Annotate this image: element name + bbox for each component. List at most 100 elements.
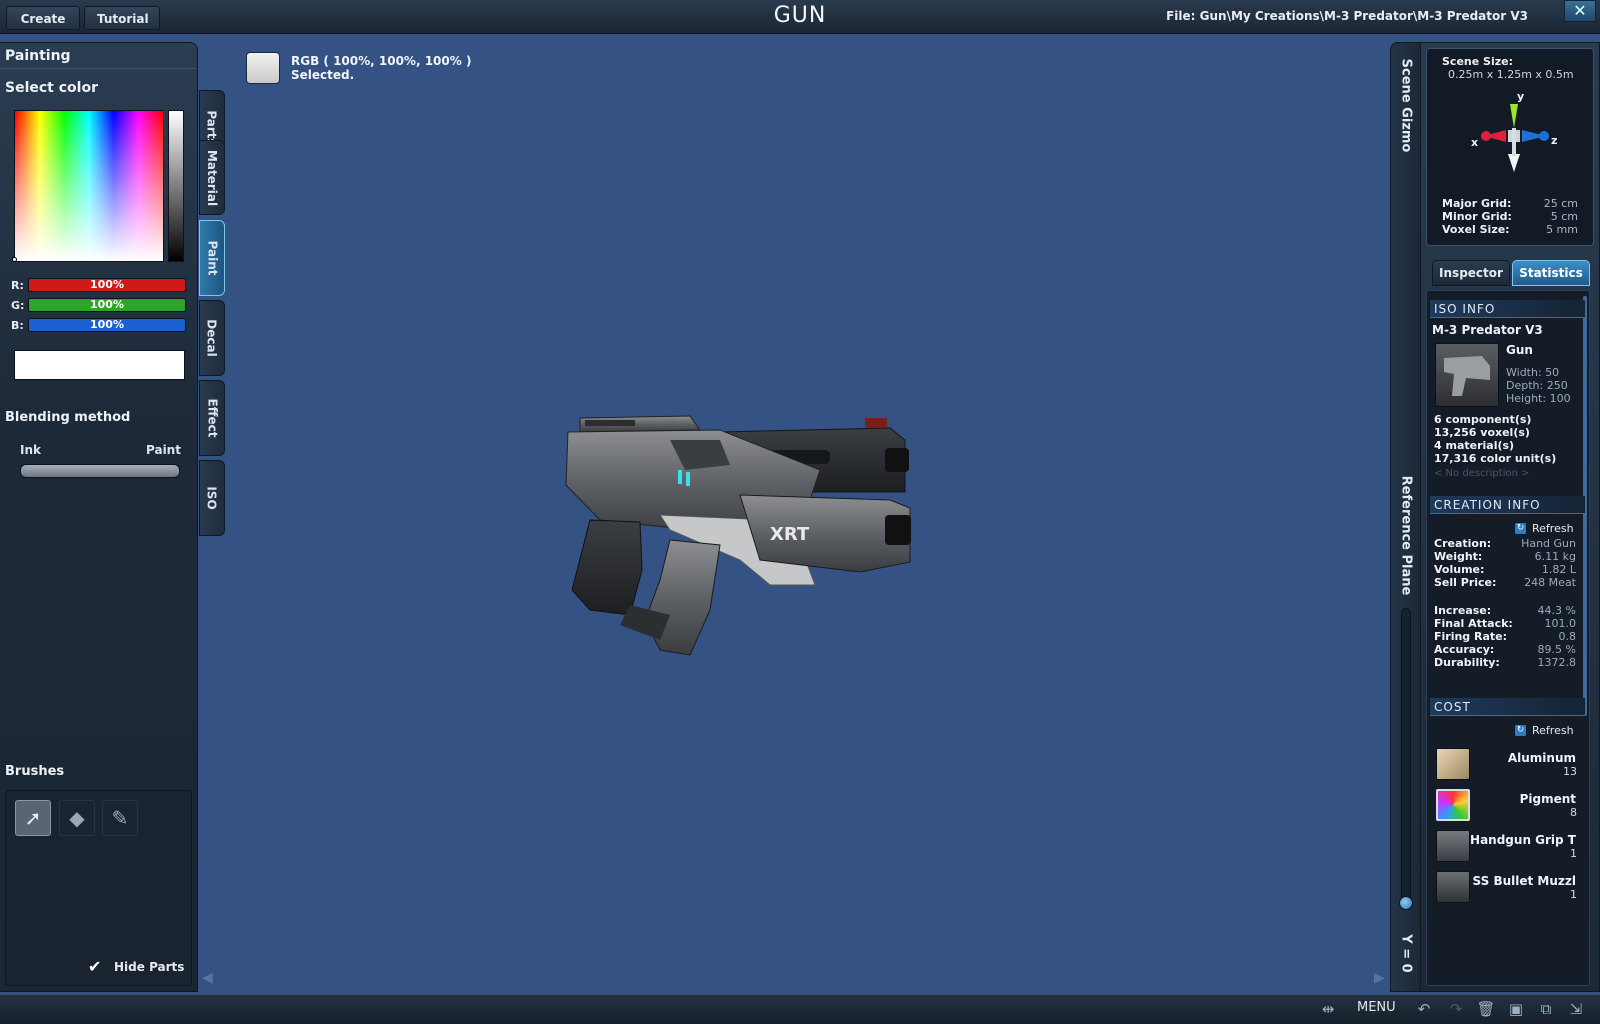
color-picker[interactable] (14, 110, 164, 262)
brushes-label: Brushes (5, 764, 65, 779)
picker-cursor[interactable] (12, 257, 17, 262)
brush-icon: ✎ (111, 806, 129, 830)
gun-model[interactable]: XRT (560, 410, 940, 665)
stat-value: 101.0 (1544, 617, 1577, 630)
stat-label: Weight: (1434, 550, 1483, 563)
panel-title: Painting (5, 48, 71, 64)
blend-paint-label: Paint (146, 443, 181, 457)
voxel-size-label: Voxel Size: (1442, 223, 1510, 236)
redo-icon[interactable]: ↷ (1446, 999, 1466, 1019)
paint-brush-button[interactable]: ✎ (102, 800, 138, 836)
channel-g-slider[interactable]: 100% (28, 298, 186, 312)
component-count: 6 component(s) (1434, 413, 1532, 426)
file-path: File: Gun\My Creations\M-3 Predator\M-3 … (1166, 9, 1528, 23)
tab-material-label: Material (205, 149, 219, 206)
creation-refresh-button[interactable]: Refresh (1532, 522, 1574, 535)
tab-effect[interactable]: Effect (199, 380, 225, 456)
save-as-icon[interactable]: ⧉ (1536, 999, 1556, 1019)
collapse-left-icon[interactable]: ◀ (202, 970, 213, 986)
eraser-brush-button[interactable]: ◆ (59, 800, 95, 836)
close-button[interactable]: ✕ (1564, 0, 1596, 22)
iso-description[interactable]: < No description > (1434, 468, 1530, 479)
cost-item-name: Pigment (1519, 792, 1576, 806)
scene-gizmo-label: Scene Gizmo (1398, 58, 1414, 152)
refresh-icon[interactable]: ↻ (1514, 522, 1527, 535)
cost-item-qty: 8 (1570, 806, 1577, 819)
tab-decal-label: Decal (205, 319, 219, 357)
tab-statistics[interactable]: Statistics (1512, 260, 1590, 286)
channel-b-slider[interactable]: 100% (28, 318, 186, 332)
collapse-right-icon[interactable]: ▶ (1374, 970, 1385, 986)
gun-thumbnail-icon (1444, 356, 1490, 396)
stat-label: Increase: (1434, 604, 1492, 617)
create-button[interactable]: Create (6, 6, 80, 30)
creation-info-header: CREATION INFO (1430, 496, 1585, 514)
iso-height: Height: 100 (1506, 392, 1571, 405)
iso-width: Width: 50 (1506, 366, 1560, 379)
stat-label: Creation: (1434, 537, 1492, 550)
channel-r-slider[interactable]: 100% (28, 278, 186, 292)
stat-value: 0.8 (1558, 630, 1577, 643)
tab-material[interactable]: Material (199, 140, 225, 215)
app-title: GUN (773, 3, 827, 28)
voxel-size-value: 5 mm (1546, 223, 1578, 236)
blend-slider[interactable] (20, 464, 180, 478)
rgb-readout: RGB ( 100%, 100%, 100% ) (291, 54, 472, 68)
cost-refresh-button[interactable]: Refresh (1532, 724, 1574, 737)
reference-plane-tab[interactable]: Reference Plane (1391, 470, 1421, 600)
tab-paint[interactable]: Paint (199, 220, 225, 296)
cost-header: COST (1430, 698, 1585, 716)
tab-iso-label: ISO (205, 486, 219, 510)
pointer-brush-button[interactable]: ➚ (15, 800, 51, 836)
stat-value: Hand Gun (1521, 537, 1576, 550)
refresh-icon[interactable]: ↻ (1514, 724, 1527, 737)
minor-grid-label: Minor Grid: (1442, 210, 1512, 223)
pigment-icon (1436, 789, 1470, 821)
menu-button[interactable]: MENU (1357, 1000, 1396, 1015)
stat-value: 1372.8 (1537, 656, 1577, 669)
stat-label: Volume: (1434, 563, 1485, 576)
cost-item-name: Handgun Grip T (1470, 833, 1576, 847)
divider (0, 68, 196, 69)
color-status: RGB ( 100%, 100%, 100% ) Selected. (291, 54, 471, 82)
cost-item-qty: 1 (1570, 888, 1577, 901)
save-icon[interactable]: ▣ (1506, 999, 1526, 1019)
iso-thumbnail (1435, 343, 1499, 407)
reference-plane-slider[interactable] (1401, 608, 1411, 908)
stat-label: Durability: (1434, 656, 1500, 669)
scene-size-label: Scene Size: (1442, 55, 1513, 68)
brightness-bar[interactable] (168, 110, 184, 262)
scene-gizmo-tab[interactable]: Scene Gizmo (1391, 50, 1421, 160)
bullet-muzzle-icon (1436, 871, 1470, 903)
major-grid-value: 25 cm (1543, 197, 1578, 210)
cost-item-name: Aluminum (1507, 751, 1576, 765)
trash-icon[interactable]: 🗑 (1476, 999, 1496, 1019)
svg-text:XRT: XRT (770, 524, 810, 545)
channel-r-label: R: (11, 279, 24, 292)
tab-inspector[interactable]: Inspector (1432, 260, 1510, 286)
eraser-icon: ◆ (69, 806, 85, 830)
stat-label: Sell Price: (1434, 576, 1497, 589)
stat-value: 248 Meat (1524, 576, 1576, 589)
tab-effect-label: Effect (205, 398, 219, 438)
tab-iso[interactable]: ISO (199, 460, 225, 536)
tab-paint-label: Paint (205, 240, 219, 276)
iso-info-header: ISO INFO (1430, 300, 1585, 318)
tab-decal[interactable]: Decal (199, 300, 225, 376)
pointer-icon: ➚ (24, 806, 42, 830)
export-icon[interactable]: ⇲ (1566, 999, 1586, 1019)
move-icon[interactable]: ⇹ (1318, 999, 1338, 1019)
voxel-count: 13,256 voxel(s) (1434, 426, 1530, 439)
reference-plane-knob[interactable] (1399, 896, 1413, 910)
tutorial-button[interactable]: Tutorial (84, 6, 160, 30)
hide-parts-label[interactable]: Hide Parts (114, 960, 184, 974)
checkmark-icon[interactable]: ✔ (88, 957, 108, 976)
major-grid-label: Major Grid: (1442, 197, 1512, 210)
iso-depth: Depth: 250 (1506, 379, 1568, 392)
select-color-label: Select color (5, 80, 98, 96)
aluminum-icon (1436, 748, 1470, 780)
cost-item-qty: 1 (1570, 847, 1577, 860)
undo-icon[interactable]: ↶ (1414, 999, 1434, 1019)
color-swatch (14, 350, 185, 380)
axis-z-label: z (1551, 134, 1558, 147)
